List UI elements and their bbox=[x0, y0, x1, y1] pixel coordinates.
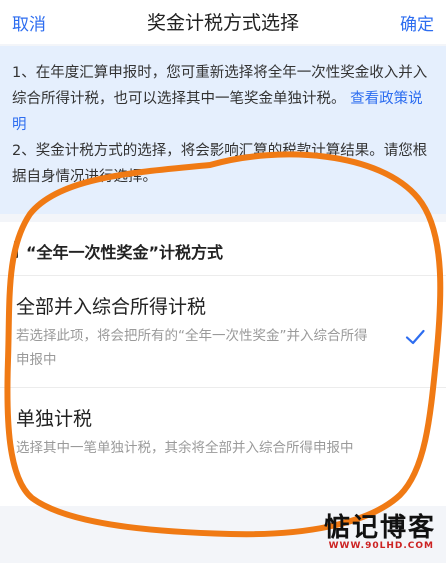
watermark-url: WWW.90LHD.COM bbox=[328, 541, 434, 551]
option-title: 全部并入综合所得计税 bbox=[16, 296, 207, 318]
option-separate-tax[interactable]: 单独计税 选择其中一笔单独计税，其余将全部并入综合所得申报中 bbox=[0, 390, 446, 502]
confirm-button[interactable]: 确定 bbox=[400, 10, 434, 35]
option-description: 若选择此项，将会把所有的“全年一次性奖金”并入综合所得申报中 bbox=[16, 328, 368, 368]
checkmark-icon bbox=[405, 329, 425, 345]
option-title: 单独计税 bbox=[16, 408, 93, 430]
section-header: “全年一次性奖金”计税方式 bbox=[0, 222, 446, 276]
notice-text: 1、在年度汇算申报时，您可重新选择将全年一次性奖金收入并入综合所得计税，也可以选… bbox=[12, 60, 434, 138]
tax-method-card: “全年一次性奖金”计税方式 全部并入综合所得计税 若选择此项，将会把所有的“全年… bbox=[0, 222, 446, 506]
page-title: 奖金计税方式选择 bbox=[146, 12, 299, 34]
notice-line-2: 2、奖金计税方式的选择，将会影响汇算的税款计算结果。请您根据自身情况进行选择。 bbox=[12, 143, 428, 185]
option-combined-tax[interactable]: 全部并入综合所得计税 若选择此项，将会把所有的“全年一次性奖金”并入综合所得申报… bbox=[0, 278, 446, 388]
section-marker-bar bbox=[14, 241, 18, 258]
notice-panel: 1、在年度汇算申报时，您可重新选择将全年一次性奖金收入并入综合所得计税，也可以选… bbox=[0, 46, 446, 214]
watermark-text: 惦记博客 bbox=[323, 513, 436, 543]
navigation-bar: 取消 奖金计税方式选择 确定 bbox=[0, 0, 446, 44]
site-watermark: 惦记博客 WWW.90LHD.COM bbox=[308, 505, 436, 559]
option-description: 选择其中一笔单独计税，其余将全部并入综合所得申报中 bbox=[16, 440, 354, 456]
section-title: “全年一次性奖金”计税方式 bbox=[26, 243, 224, 262]
